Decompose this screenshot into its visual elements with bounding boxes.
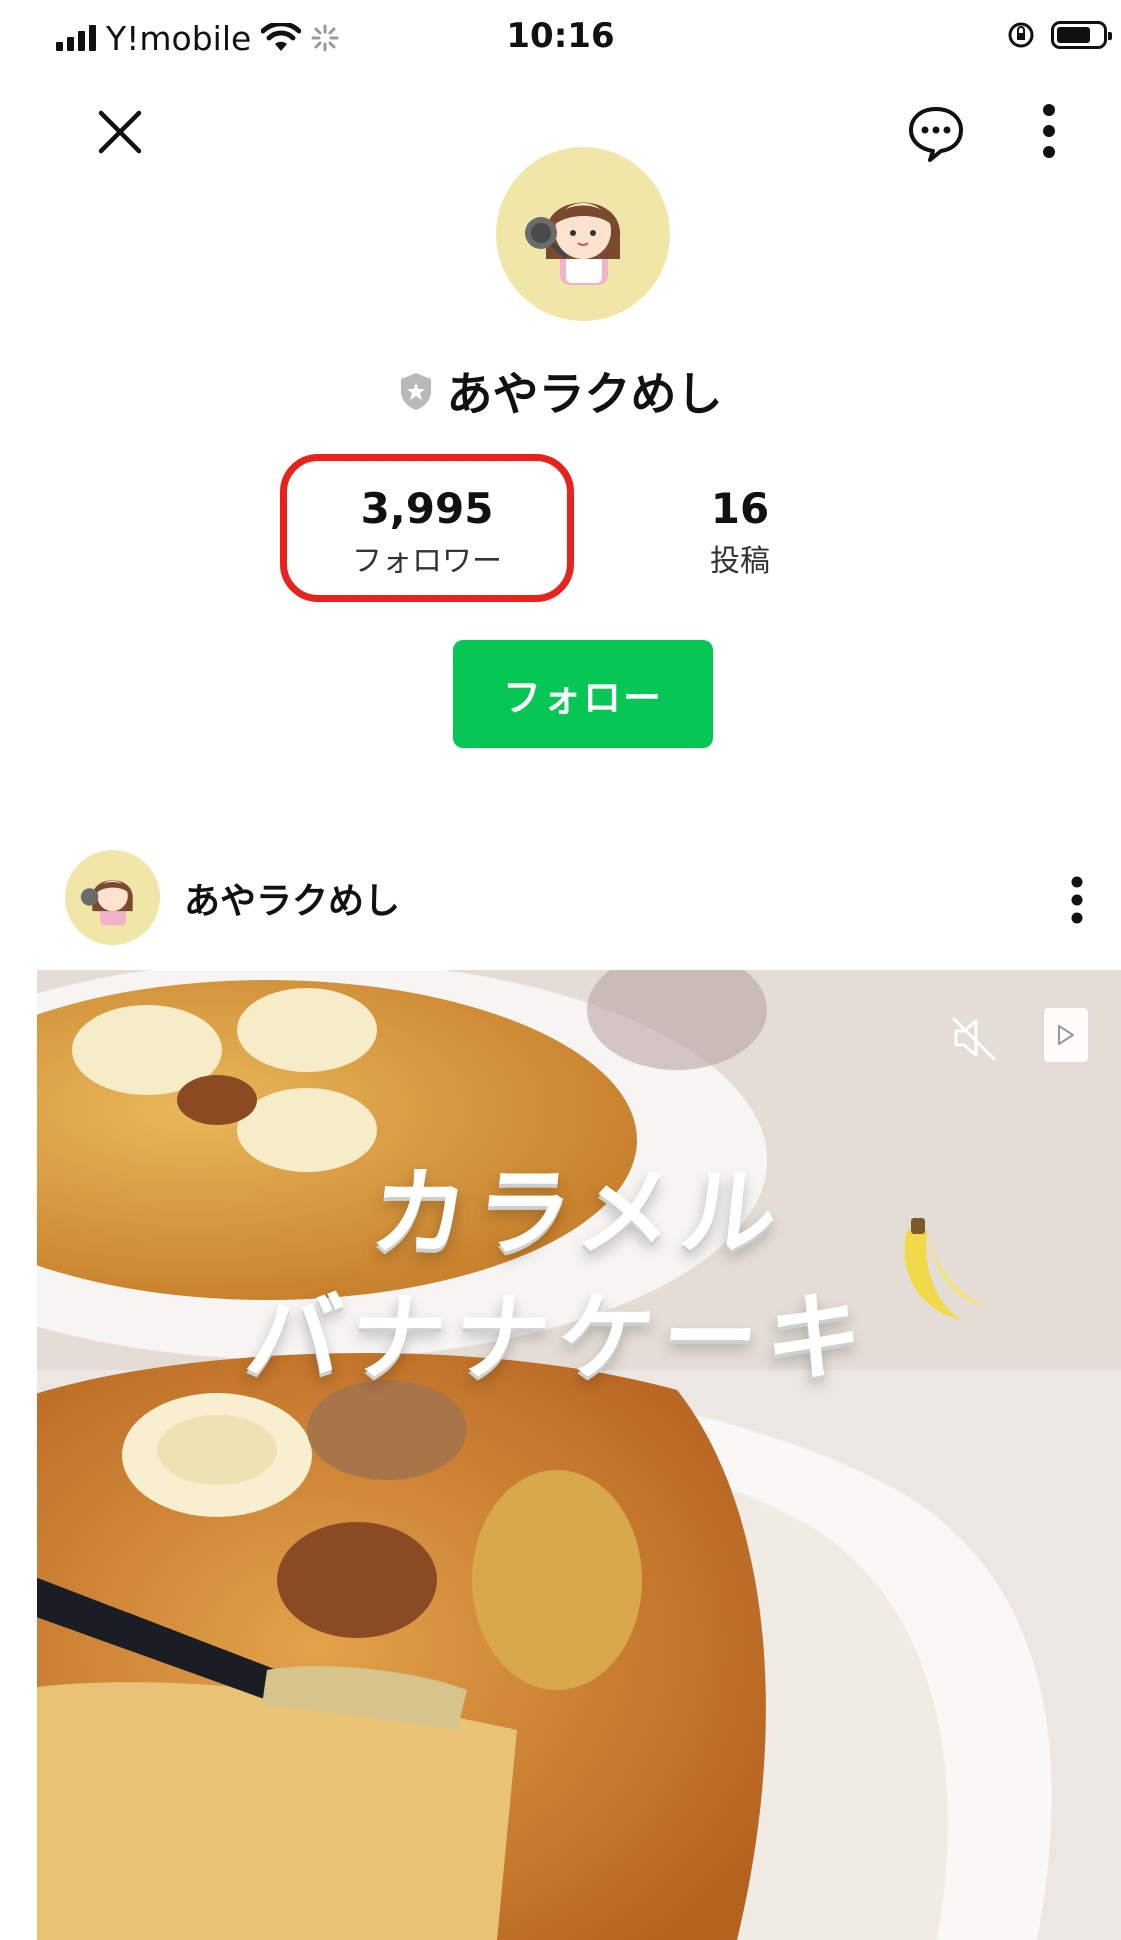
close-button[interactable]	[88, 100, 152, 164]
post-more-button[interactable]	[1062, 872, 1092, 928]
play-button[interactable]	[1042, 1006, 1090, 1064]
food-photo	[37, 970, 1121, 1940]
posts-count: 16	[710, 484, 770, 533]
status-bar-right	[1007, 20, 1112, 50]
status-bar-carrier: Y!mobile	[56, 18, 339, 58]
mute-button[interactable]	[947, 1010, 1003, 1066]
profile-avatar[interactable]	[496, 147, 670, 321]
close-icon	[98, 110, 142, 154]
banana-emoji	[904, 1218, 987, 1320]
more-vertical-icon	[1071, 876, 1083, 924]
chat-bubble-icon	[909, 107, 963, 162]
profile-name-row: あやラクめし	[0, 358, 1121, 424]
posts-stat[interactable]: 16 投稿	[640, 484, 840, 580]
mute-icon	[952, 1017, 996, 1061]
more-vertical-icon	[1043, 104, 1055, 158]
play-icon	[1058, 1025, 1074, 1045]
post-author-name[interactable]: あやラクめし	[184, 872, 400, 924]
battery-icon	[1051, 21, 1112, 49]
post-author-avatar[interactable]	[65, 850, 160, 945]
profile-name: あやラクめし	[446, 367, 723, 421]
orientation-lock-icon	[1008, 22, 1034, 48]
more-options-button[interactable]	[1025, 98, 1073, 164]
wifi-icon	[261, 23, 302, 51]
carrier-name: Y!mobile	[106, 18, 252, 58]
posts-label: 投稿	[710, 544, 770, 580]
signal-strength-icon	[56, 25, 96, 51]
chat-button[interactable]	[900, 98, 972, 170]
loading-spinner-icon	[311, 24, 339, 52]
shield-badge-icon	[400, 373, 431, 410]
post-video[interactable]: カラメル バナナケーキ	[37, 970, 1121, 1940]
follow-button[interactable]: フォロー	[453, 640, 713, 748]
followers-highlight-annotation	[280, 454, 574, 602]
